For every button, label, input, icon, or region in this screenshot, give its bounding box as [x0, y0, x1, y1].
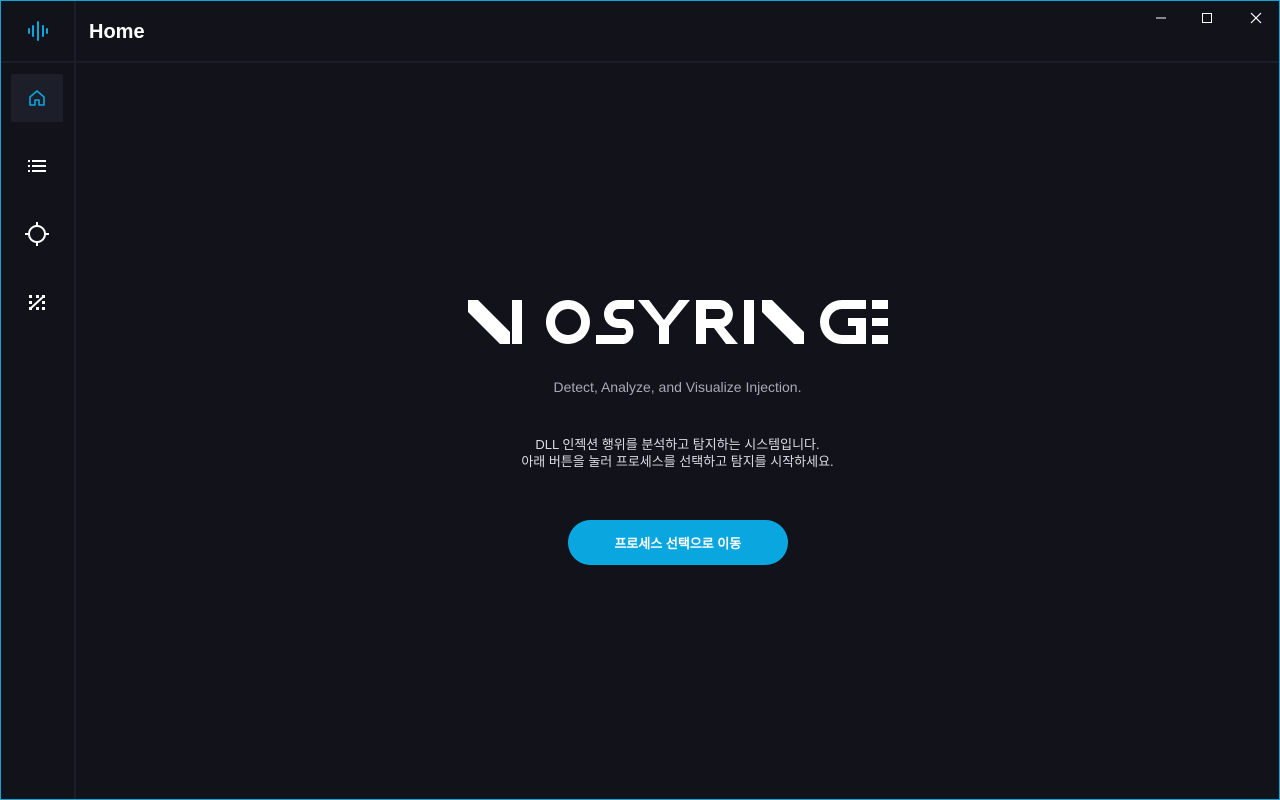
close-icon — [1250, 12, 1262, 24]
app-logo-icon — [1, 1, 74, 63]
description-line-1: DLL 인젝션 행위를 분석하고 탐지하는 시스템입니다. — [535, 437, 820, 452]
minimize-button[interactable] — [1138, 1, 1184, 35]
minimize-icon — [1156, 17, 1166, 19]
app-window: Home Detect, Analyze, and Visualize Inje… — [0, 0, 1280, 800]
title-bar: Home — [76, 1, 1279, 63]
home-icon — [29, 90, 45, 106]
page-title: Home — [89, 21, 145, 43]
main-content: Detect, Analyze, and Visualize Injection… — [76, 63, 1279, 799]
analysis-icon — [29, 295, 45, 310]
close-button[interactable] — [1233, 1, 1279, 35]
description-line-2: 아래 버튼을 눌러 프로세스를 선택하고 탐지를 시작하세요. — [521, 454, 834, 469]
sidebar — [1, 1, 76, 799]
tagline: Detect, Analyze, and Visualize Injection… — [553, 379, 802, 395]
crosshair-icon — [25, 222, 49, 246]
list-icon — [28, 160, 46, 172]
sidebar-item-detection[interactable] — [11, 210, 63, 258]
go-to-process-selection-button[interactable]: 프로세스 선택으로 이동 — [568, 520, 788, 565]
sidebar-item-home[interactable] — [11, 74, 63, 122]
sidebar-item-analysis[interactable] — [11, 278, 63, 326]
sidebar-item-process-list[interactable] — [11, 142, 63, 190]
maximize-button[interactable] — [1184, 1, 1230, 35]
maximize-icon — [1202, 13, 1212, 23]
brand-logo — [468, 300, 888, 344]
